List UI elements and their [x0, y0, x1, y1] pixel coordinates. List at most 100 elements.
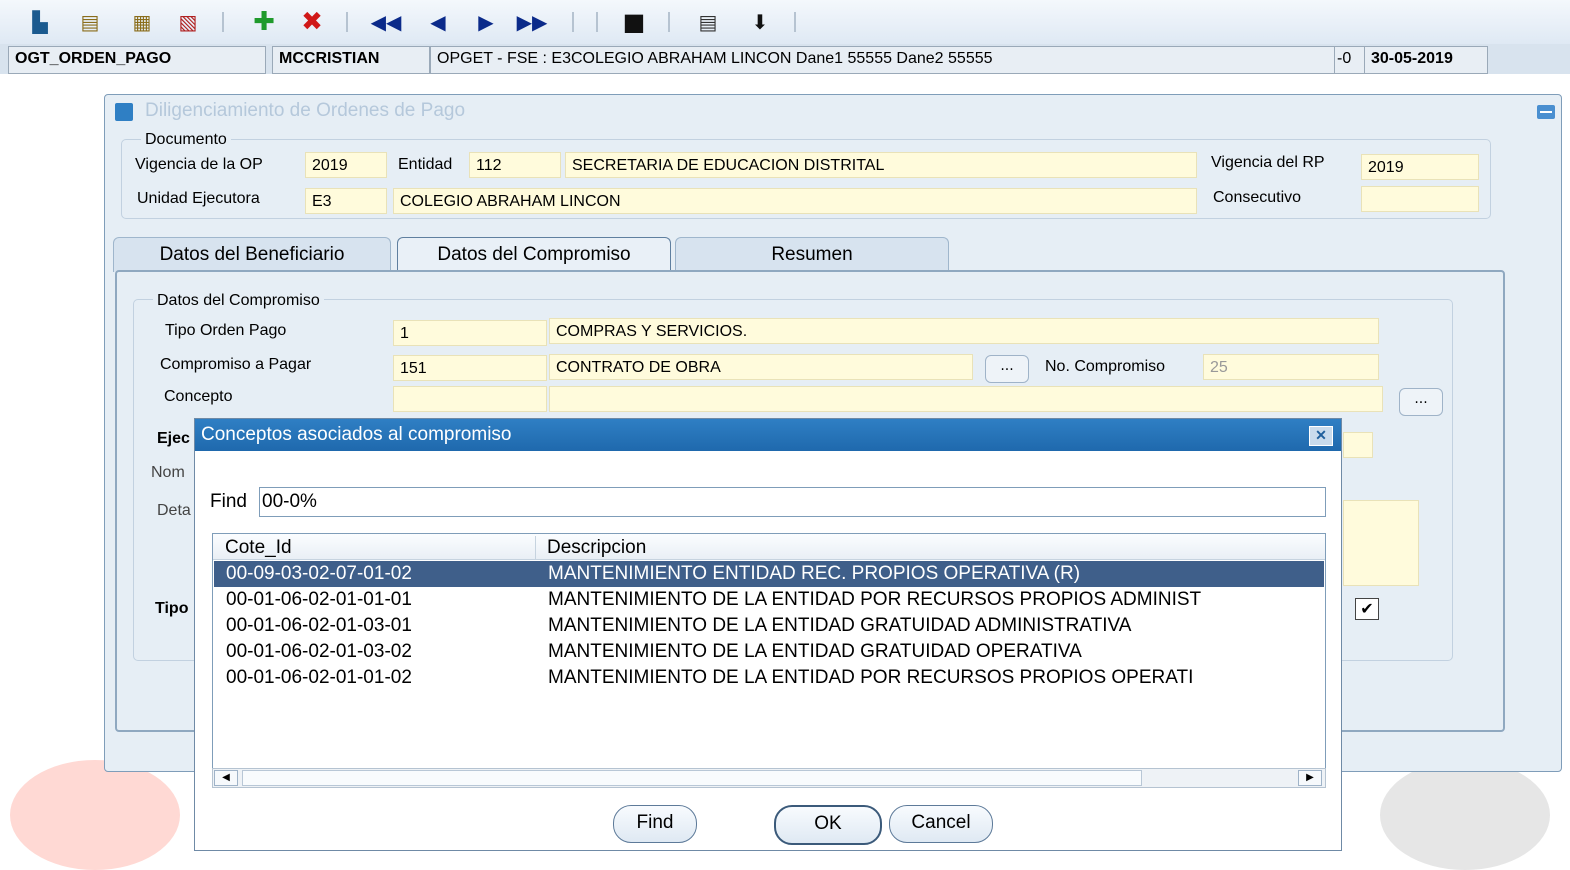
ok-button-label: OK: [814, 813, 842, 834]
entidad-name-field[interactable]: SECRETARIA DE EDUCACION DISTRITAL: [565, 152, 1197, 178]
list-item[interactable]: 00-01-06-02-01-01-02 MANTENIMIENTO DE LA…: [214, 665, 1324, 691]
list-item[interactable]: 00-09-03-02-07-01-02 MANTENIMIENTO ENTID…: [214, 561, 1324, 587]
toolbar-separator: [596, 12, 598, 32]
toolbar-separator: [794, 12, 796, 32]
find-button[interactable]: Find: [613, 805, 697, 843]
list-item[interactable]: 00-01-06-02-01-01-01 MANTENIMIENTO DE LA…: [214, 587, 1324, 613]
vigencia-rp-label: Vigencia del RP: [1211, 154, 1325, 171]
consecutivo-label: Consecutivo: [1213, 189, 1302, 206]
cote-id-cell: 00-01-06-02-01-01-01: [226, 589, 412, 610]
window-icon: [115, 103, 133, 121]
compromiso-lov-button[interactable]: ...: [985, 355, 1029, 383]
concepto-label: Concepto: [164, 388, 233, 405]
insert-record-icon[interactable]: ✚: [250, 8, 278, 36]
scroll-thumb[interactable]: [242, 770, 1142, 786]
minimize-button[interactable]: [1537, 105, 1555, 119]
minimize-icon: [1540, 111, 1552, 113]
main-window-titlebar: Diligenciamiento de Ordenes de Pago: [105, 95, 1561, 127]
detalle-label: Deta: [157, 502, 191, 519]
main-window-title: Diligenciamiento de Ordenes de Pago: [145, 100, 466, 121]
tipo-orden-name-field[interactable]: COMPRAS Y SERVICIOS.: [549, 318, 1379, 344]
find-label: Find: [210, 491, 247, 512]
status-date: 30-05-2019: [1364, 46, 1488, 74]
horizontal-scrollbar[interactable]: ◀ ▶: [212, 768, 1326, 788]
nombre-label: Nom: [151, 464, 185, 481]
context-info: OPGET - FSE : E3COLEGIO ABRAHAM LINCON D…: [430, 46, 1340, 74]
cote-id-cell: 00-01-06-02-01-03-02: [226, 641, 412, 662]
save-icon[interactable]: ■: [620, 8, 648, 36]
vigencia-op-field[interactable]: 2019: [305, 152, 387, 178]
unidad-code-field[interactable]: E3: [305, 188, 387, 214]
tab-datos-beneficiario[interactable]: Datos del Beneficiario: [113, 237, 391, 272]
toolbar-separator: [222, 12, 224, 32]
tipo-checkbox[interactable]: ✔: [1355, 598, 1379, 620]
entidad-label: Entidad: [398, 156, 453, 173]
list-header: Cote_Id Descripcion: [213, 534, 1325, 560]
toolbar: ▙ ▤ ▦ ▧ ✚ ✖ ◀◀ ◀ ▶ ▶▶ ■ ▤ ⬇: [0, 0, 1570, 44]
concepto-lov-button[interactable]: ...: [1399, 388, 1443, 416]
column-header-cote-id[interactable]: Cote_Id: [225, 536, 536, 560]
no-compromiso-field[interactable]: 25: [1203, 354, 1379, 380]
status-extra: -0: [1334, 46, 1368, 74]
unidad-label: Unidad Ejecutora: [137, 190, 260, 207]
descripcion-cell: MANTENIMIENTO ENTIDAD REC. PROPIOS OPERA…: [548, 563, 1081, 584]
consecutivo-field[interactable]: [1361, 186, 1479, 212]
documento-label: Documento: [141, 131, 231, 149]
list-item[interactable]: 00-01-06-02-01-03-01 MANTENIMIENTO DE LA…: [214, 613, 1324, 639]
tipo-label: Tipo: [155, 600, 189, 617]
cancel-query-icon[interactable]: ▧: [174, 8, 202, 36]
tab-datos-compromiso[interactable]: Datos del Compromiso: [397, 237, 671, 272]
close-icon[interactable]: ✕: [1309, 426, 1333, 446]
execute-query-icon[interactable]: ▦: [128, 8, 156, 36]
dialog-title: Conceptos asociados al compromiso: [201, 424, 512, 445]
toolbar-separator: [346, 12, 348, 32]
concepto-name-field[interactable]: [549, 386, 1383, 412]
dialog-titlebar: Conceptos asociados al compromiso ✕: [195, 419, 1341, 451]
ok-button[interactable]: OK: [774, 805, 882, 845]
toolbar-separator: [668, 12, 670, 32]
ejecutor-field[interactable]: [1343, 432, 1373, 458]
descripcion-cell: MANTENIMIENTO DE LA ENTIDAD GRATUIDAD AD…: [548, 615, 1132, 636]
scroll-right-icon[interactable]: ▶: [1298, 770, 1322, 786]
no-compromiso-label: No. Compromiso: [1045, 358, 1166, 375]
exit-icon[interactable]: ▙: [26, 8, 54, 36]
compromiso-pagar-label: Compromiso a Pagar: [160, 356, 312, 373]
list-item[interactable]: 00-01-06-02-01-03-02 MANTENIMIENTO DE LA…: [214, 639, 1324, 665]
toolbar-separator: [572, 12, 574, 32]
compromiso-code-field[interactable]: 151: [393, 355, 547, 381]
vigencia-rp-field[interactable]: 2019: [1361, 154, 1479, 180]
descripcion-cell: MANTENIMIENTO DE LA ENTIDAD POR RECURSOS…: [548, 667, 1194, 688]
compromiso-name-field[interactable]: CONTRATO DE OBRA: [549, 354, 973, 380]
form-name: OGT_ORDEN_PAGO: [8, 46, 266, 74]
next-record-icon[interactable]: ▶: [472, 8, 500, 36]
watermark-shape: [1380, 760, 1550, 870]
tab-resumen[interactable]: Resumen: [675, 237, 949, 272]
cote-id-cell: 00-09-03-02-07-01-02: [226, 563, 412, 584]
scroll-left-icon[interactable]: ◀: [214, 770, 238, 786]
previous-record-icon[interactable]: ◀: [424, 8, 452, 36]
concepto-code-field[interactable]: [393, 386, 547, 412]
unidad-name-field[interactable]: COLEGIO ABRAHAM LINCON: [393, 188, 1197, 214]
find-button-label: Find: [636, 812, 674, 833]
watermark-shape: [10, 760, 180, 870]
first-record-icon[interactable]: ◀◀: [371, 8, 402, 36]
query-icon[interactable]: ▤: [76, 8, 104, 36]
column-header-descripcion[interactable]: Descripcion: [547, 536, 1323, 560]
cancel-button[interactable]: Cancel: [889, 805, 993, 843]
tipo-orden-code-field[interactable]: 1: [393, 320, 547, 346]
descripcion-cell: MANTENIMIENTO DE LA ENTIDAD GRATUIDAD OP…: [548, 641, 1082, 662]
detalle-field[interactable]: [1343, 500, 1419, 586]
print-icon[interactable]: ▤: [694, 8, 722, 36]
download-icon[interactable]: ⬇: [746, 8, 774, 36]
descripcion-cell: MANTENIMIENTO DE LA ENTIDAD POR RECURSOS…: [548, 589, 1202, 610]
entidad-code-field[interactable]: 112: [469, 152, 561, 178]
compromiso-group-label: Datos del Compromiso: [153, 292, 324, 310]
find-input[interactable]: 00-0%: [259, 487, 1326, 517]
conceptos-dialog: Conceptos asociados al compromiso ✕ Find…: [194, 418, 1342, 851]
last-record-icon[interactable]: ▶▶: [517, 8, 548, 36]
user-name: MCCRISTIAN: [272, 46, 430, 74]
cote-id-cell: 00-01-06-02-01-03-01: [226, 615, 412, 636]
cancel-button-label: Cancel: [911, 812, 971, 833]
delete-record-icon[interactable]: ✖: [298, 8, 326, 36]
results-list: Cote_Id Descripcion 00-09-03-02-07-01-02…: [212, 533, 1326, 788]
